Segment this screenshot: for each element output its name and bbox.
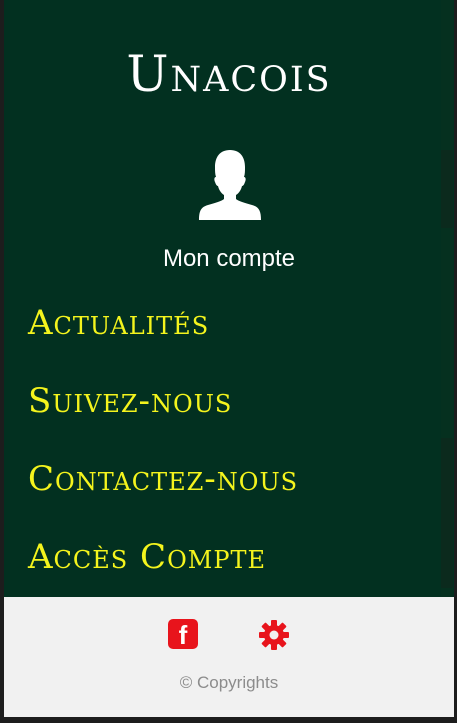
side-drawer: Unacois Mon compte Actualités Suivez-nou…	[4, 0, 454, 597]
my-account-link[interactable]: Mon compte	[4, 244, 454, 274]
edge-shadow	[441, 438, 453, 588]
app-frame: Unacois Mon compte Actualités Suivez-nou…	[0, 0, 457, 723]
gear-icon[interactable]	[258, 619, 290, 651]
main-menu: Actualités Suivez-nous Contactez-nous Ac…	[28, 300, 428, 612]
drawer-footer: f © Copyrights	[4, 597, 454, 717]
menu-item-actualites[interactable]: Actualités	[28, 300, 428, 378]
menu-item-suivez-nous[interactable]: Suivez-nous	[28, 378, 428, 456]
menu-item-contactez-nous[interactable]: Contactez-nous	[28, 456, 428, 534]
app-title: Unacois	[126, 45, 332, 103]
edge-shadow	[441, 150, 453, 228]
copyright-text: © Copyrights	[179, 673, 279, 692]
facebook-icon[interactable]: f	[168, 619, 198, 650]
user-icon[interactable]	[196, 148, 264, 220]
footer-icons: f	[4, 619, 454, 651]
